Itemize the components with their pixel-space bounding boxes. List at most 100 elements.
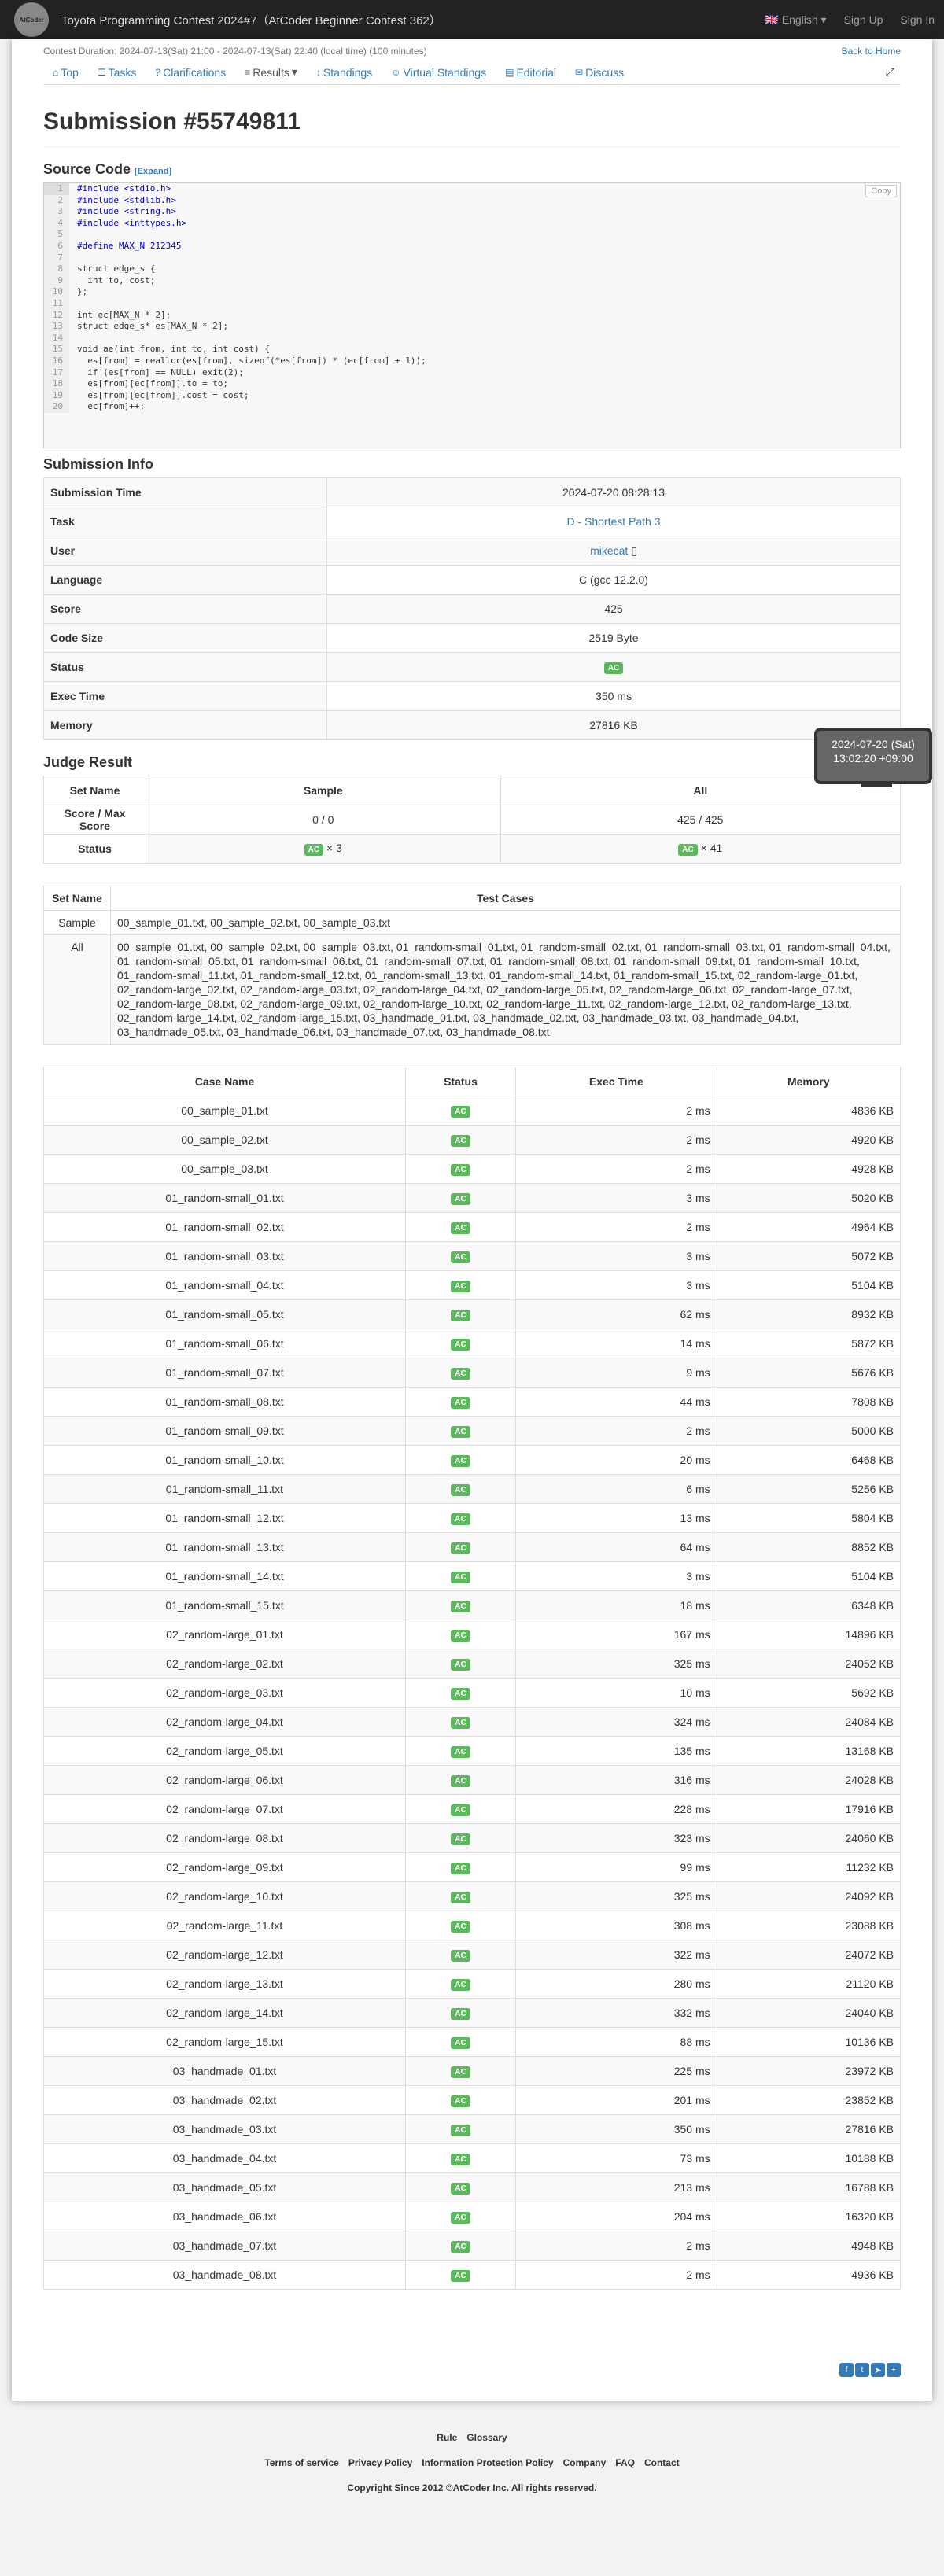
info-value-text: 2024-07-20 08:28:13 [562,486,665,499]
footer-link[interactable]: Rule [437,2432,457,2443]
case-status: AC [405,1794,516,1824]
ac-badge: AC [451,1106,470,1118]
ac-badge: AC [451,2154,470,2165]
table-row: 00_sample_03.txt AC 2 ms 4928 KB [43,1154,902,1184]
case-exec-time: 10 ms [515,1678,717,1708]
tab-tasks[interactable]: ☰ Tasks [88,60,146,85]
th-memory: Memory [716,1067,902,1096]
task-link[interactable]: D - Shortest Path 3 [566,515,660,528]
tab-results[interactable]: ≡ Results ▾ [235,60,307,85]
case-name: 01_random-small_02.txt [43,1212,406,1242]
table-row: 01_random-small_10.txt AC 20 ms 6468 KB [43,1445,902,1475]
footer-link[interactable]: Terms of service [264,2457,339,2468]
user-link[interactable]: mikecat [590,544,628,557]
table-row: 02_random-large_03.txt AC 10 ms 5692 KB [43,1678,902,1708]
tab-standings[interactable]: ↕ Standings [307,60,382,85]
ac-badge: AC [451,1979,470,1991]
sample-count: × 3 [326,842,342,854]
case-name: 03_handmade_06.txt [43,2202,406,2231]
case-memory: 24072 KB [716,1940,902,1970]
footer-link[interactable]: Company [563,2457,607,2468]
atcoder-logo[interactable]: AtCoder [11,0,52,39]
copy-button[interactable]: Copy [865,185,897,197]
ac-badge: AC [304,844,324,856]
source-code[interactable]: Copy 1 #include <stdio.h> 2 #include <stdli… [43,182,901,448]
case-name: 01_random-small_12.txt [43,1503,406,1533]
case-name: 02_random-large_13.txt [43,1969,406,1999]
case-status: AC [405,1270,516,1300]
tab-editorial[interactable]: ▤ Editorial [496,60,566,85]
line-number: 11 [44,297,69,310]
case-memory: 17916 KB [716,1794,902,1824]
th-case-name: Case Name [43,1067,406,1096]
case-exec-time: 13 ms [515,1503,717,1533]
tab-discuss[interactable]: ✉ Discuss [566,60,633,85]
line-number: 19 [44,389,69,402]
fullscreen-icon[interactable]: ⤢ [886,65,894,79]
all-set-cases: 00_sample_01.txt, 00_sample_02.txt, 00_s… [110,934,901,1045]
expand-link[interactable]: [Expand] [135,167,171,176]
line-number: 1 [44,183,69,195]
signup-link[interactable]: Sign Up [844,13,883,27]
tab-label: Editorial [516,65,557,79]
case-status: AC [405,1183,516,1213]
code-line: 17 if (es[from] == NULL) exit(2); [44,367,900,379]
users-icon: ☺ [391,66,401,78]
score-label: Score / Max Score [43,805,146,835]
ac-badge: AC [451,1950,470,1962]
footer-link[interactable]: FAQ [615,2457,635,2468]
table-row: 03_handmade_03.txt AC 350 ms 27816 KB [43,2114,902,2144]
table-row: 01_random-small_09.txt AC 2 ms 5000 KB [43,1416,902,1446]
case-exec-time: 2 ms [515,1125,717,1155]
case-name: 01_random-small_13.txt [43,1532,406,1562]
code-line: 3 #include <string.h> [44,206,900,218]
tab-clarifications[interactable]: ? Clarifications [146,60,235,85]
contest-title[interactable]: Toyota Programming Contest 2024#7（AtCode… [61,12,441,28]
case-status: AC [405,1881,516,1911]
table-row: 01_random-small_15.txt AC 18 ms 6348 KB [43,1590,902,1620]
info-key: Submission Time [43,477,327,507]
signin-link[interactable]: Sign In [900,13,935,27]
footer-link[interactable]: Privacy Policy [348,2457,412,2468]
tab-top[interactable]: ⌂ Top [43,60,88,85]
telegram-icon[interactable]: ➤ [871,2363,885,2377]
footer-link[interactable]: Contact [644,2457,680,2468]
user-history-icon[interactable]: ▯ [628,544,637,557]
twitter-icon[interactable]: t [855,2363,869,2377]
case-memory: 4928 KB [716,1154,902,1184]
code-line: 5 [44,229,900,241]
line-number: 6 [44,240,69,252]
navbar: AtCoder Toyota Programming Contest 2024#… [0,0,944,39]
case-exec-time: 228 ms [515,1794,717,1824]
tab-virtual-standings[interactable]: ☺ Virtual Standings [382,60,496,85]
case-memory: 5872 KB [716,1329,902,1358]
case-memory: 24060 KB [716,1823,902,1853]
footer-link[interactable]: Glossary [466,2432,507,2443]
case-status: AC [405,1620,516,1649]
case-name: 03_handmade_08.txt [43,2260,406,2290]
footer-link[interactable]: Information Protection Policy [422,2457,553,2468]
back-home-link[interactable]: Back to Home [842,46,901,60]
th-set-name: Set Name [43,776,146,805]
facebook-icon[interactable]: f [839,2363,854,2377]
case-memory: 4836 KB [716,1096,902,1126]
code-line: 7 [44,252,900,264]
line-number: 7 [44,252,69,264]
case-name: 01_random-small_06.txt [43,1329,406,1358]
info-value-text: 2519 Byte [588,632,639,644]
case-exec-time: 2 ms [515,2231,717,2261]
case-exec-time: 3 ms [515,1241,717,1271]
sample-set-key: Sample [43,910,111,935]
status-label: Status [43,834,146,864]
line-number: 9 [44,275,69,287]
source-heading: Source Code [Expand] [43,161,901,178]
table-row: 02_random-large_02.txt AC 325 ms 24052 KB [43,1649,902,1679]
case-memory: 23852 KB [716,2085,902,2115]
ac-badge: AC [451,2037,470,2049]
share-plus-icon[interactable]: + [887,2363,901,2377]
language-dropdown[interactable]: 🇬🇧 English ▾ [765,13,826,27]
ac-badge: AC [451,1688,470,1700]
case-status: AC [405,1590,516,1620]
